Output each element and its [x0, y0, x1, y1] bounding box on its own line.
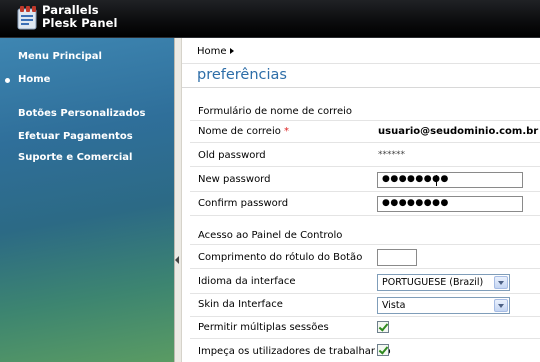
- mail-name-label-text: Nome de correio: [198, 126, 281, 137]
- row-divider: [190, 191, 540, 192]
- confirm-password-input[interactable]: ●●●●●●●●: [377, 196, 523, 212]
- interface-language-value: PORTUGUESE (Brazil): [382, 277, 484, 288]
- page-title: preferências: [197, 67, 287, 83]
- section-divider: [190, 120, 540, 121]
- section-divider: [190, 244, 540, 245]
- cp-access-section-title: Acesso ao Painel de Controlo: [198, 230, 343, 241]
- row-divider: [190, 268, 540, 269]
- row-divider: [190, 215, 540, 216]
- new-password-label: New password: [198, 174, 271, 185]
- row-divider: [190, 338, 540, 339]
- breadcrumb-home[interactable]: Home: [197, 46, 227, 57]
- chevron-down-icon[interactable]: [494, 299, 508, 312]
- sidebar-item-payments[interactable]: Efetuar Pagamentos: [18, 131, 133, 142]
- plesk-logo-text: Parallels Plesk Panel: [42, 4, 118, 30]
- interface-language-select[interactable]: PORTUGUESE (Brazil): [377, 274, 510, 291]
- prevent-users-checkbox[interactable]: [377, 344, 389, 356]
- interface-skin-value: Vista: [382, 300, 406, 311]
- multiple-sessions-label: Permitir múltiplas sessões: [198, 322, 329, 333]
- new-password-dots: ●●●●●●●●: [382, 174, 449, 184]
- text-cursor: [436, 175, 437, 186]
- mail-name-label: Nome de correio *: [198, 126, 289, 137]
- sidebar: Menu Principal Home Botões Personalizado…: [0, 38, 174, 362]
- breadcrumb-arrow-icon: [230, 48, 234, 54]
- title-divider: [182, 87, 540, 88]
- main-content: Home preferências Formulário de nome de …: [182, 38, 540, 362]
- top-header: Parallels Plesk Panel: [0, 0, 540, 38]
- chevron-down-icon[interactable]: [494, 276, 508, 289]
- collapse-sidebar-icon[interactable]: [175, 256, 179, 264]
- new-password-input[interactable]: ●●●●●●●●: [377, 172, 523, 188]
- breadcrumb: Home: [182, 38, 540, 64]
- interface-skin-label: Skin da Interface: [198, 299, 283, 310]
- old-password-value: ******: [378, 150, 405, 160]
- row-divider: [190, 316, 540, 317]
- sidebar-item-home[interactable]: Home: [18, 74, 50, 85]
- prevent-users-label: Impeça os utilizadores de trabalhar no: [198, 346, 391, 357]
- old-password-label: Old password: [198, 150, 266, 161]
- sidebar-item-support[interactable]: Suporte e Comercial: [18, 152, 132, 163]
- button-label-length-input[interactable]: [377, 249, 417, 266]
- mail-form-section-title: Formulário de nome de correio: [198, 106, 352, 117]
- row-divider: [190, 166, 540, 167]
- sidebar-section-custom-buttons[interactable]: Botões Personalizados: [18, 108, 146, 119]
- mail-name-value: usuario@seudominio.com.br: [378, 126, 539, 137]
- multiple-sessions-checkbox[interactable]: [377, 321, 389, 333]
- sidebar-section-main-menu[interactable]: Menu Principal: [18, 51, 102, 62]
- logo-line-2: Plesk Panel: [42, 16, 118, 30]
- interface-skin-select[interactable]: Vista: [377, 297, 510, 314]
- row-divider: [190, 142, 540, 143]
- confirm-password-label: Confirm password: [198, 198, 289, 209]
- interface-language-label: Idioma da interface: [198, 276, 296, 287]
- button-label-length-label: Comprimento do rótulo do Botão: [198, 252, 363, 263]
- row-divider: [190, 293, 540, 294]
- confirm-password-dots: ●●●●●●●●: [382, 198, 449, 208]
- required-mark: *: [284, 126, 290, 137]
- plesk-logo-icon: [17, 6, 37, 30]
- sidebar-splitter[interactable]: [174, 38, 182, 362]
- current-item-bullet-icon: [5, 78, 10, 83]
